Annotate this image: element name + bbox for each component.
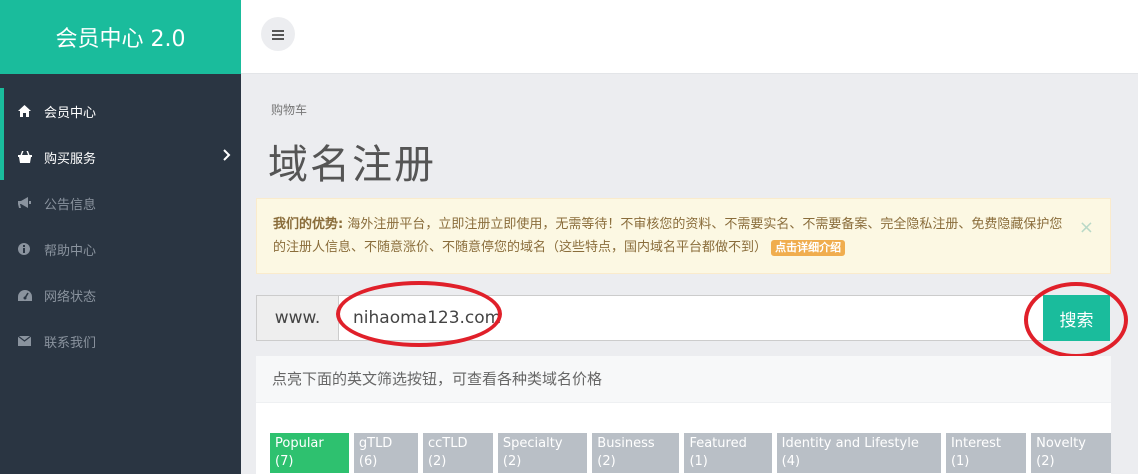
brand-title[interactable]: 会员中心 2.0	[0, 0, 241, 74]
basket-icon	[18, 151, 44, 163]
filter-tag-identity-lifestyle[interactable]: Identity and Lifestyle (4)	[776, 433, 941, 473]
advantages-alert: 我们的优势: 海外注册平台，立即注册立即使用，无需等待！不审核您的资料、不需要实…	[256, 198, 1111, 274]
bullhorn-icon	[18, 197, 44, 209]
home-icon	[18, 105, 44, 117]
www-prefix: www.	[256, 295, 338, 341]
search-button[interactable]: 搜索	[1043, 295, 1110, 341]
sidebar-item-label: 公告信息	[44, 197, 97, 213]
filter-tag-popular[interactable]: Popular (7)	[270, 433, 349, 473]
domain-search: www. 搜索	[256, 281, 1128, 358]
details-badge-link[interactable]: 点击详细介绍	[771, 240, 846, 256]
close-icon[interactable]: ×	[1079, 216, 1094, 239]
sidebar-item-label: 网络状态	[44, 289, 97, 305]
sidebar-nav: 会员中心 购买服务 公告信息 帮助中心 网络状态 联系我们	[0, 74, 241, 364]
topbar	[241, 0, 1138, 74]
envelope-icon	[18, 336, 44, 346]
breadcrumb[interactable]: 购物车	[271, 101, 307, 118]
sidebar-item-member-center[interactable]: 会员中心	[0, 88, 241, 134]
sidebar: 会员中心 2.0 会员中心 购买服务 公告信息 帮助中心 网络状态 联系我们	[0, 0, 241, 474]
sidebar-item-label: 联系我们	[44, 335, 97, 351]
sidebar-item-label: 会员中心	[44, 105, 97, 121]
sidebar-item-network-status[interactable]: 网络状态	[0, 272, 241, 318]
sidebar-item-announcements[interactable]: 公告信息	[0, 180, 241, 226]
filter-tag-cctld[interactable]: ccTLD (2)	[422, 433, 493, 473]
alert-title: 我们的优势:	[273, 217, 344, 232]
filter-tag-novelty[interactable]: Novelty (2)	[1031, 433, 1111, 473]
filter-tag-interest[interactable]: Interest (1)	[945, 433, 1027, 473]
filter-tag-business[interactable]: Business (2)	[592, 433, 680, 473]
filter-tag-gtld[interactable]: gTLD (6)	[353, 433, 418, 473]
sidebar-item-label: 购买服务	[44, 151, 97, 167]
hamburger-icon	[272, 25, 284, 44]
tld-filter-panel: 点亮下面的英文筛选按钮，可查看各种类域名价格 Popular (7) gTLD …	[256, 356, 1111, 474]
domain-search-input[interactable]	[338, 295, 1044, 341]
sidebar-item-contact[interactable]: 联系我们	[0, 318, 241, 364]
menu-toggle-button[interactable]	[261, 17, 295, 51]
sidebar-item-buy-services[interactable]: 购买服务	[0, 134, 241, 180]
filter-tag-specialty[interactable]: Specialty (2)	[497, 433, 588, 473]
filter-tags: Popular (7) gTLD (6) ccTLD (2) Specialty…	[270, 433, 1111, 473]
info-icon	[18, 243, 44, 255]
page-title: 域名注册	[268, 142, 436, 188]
sidebar-item-help[interactable]: 帮助中心	[0, 226, 241, 272]
alert-text: 海外注册平台，立即注册立即使用，无需等待！不审核您的资料、不需要实名、不需要备案…	[273, 217, 1063, 255]
sidebar-item-label: 帮助中心	[44, 243, 97, 259]
chevron-right-icon	[223, 149, 231, 165]
filter-hint: 点亮下面的英文筛选按钮，可查看各种类域名价格	[256, 356, 1111, 403]
dashboard-icon	[18, 289, 44, 301]
filter-tag-featured[interactable]: Featured (1)	[684, 433, 772, 473]
